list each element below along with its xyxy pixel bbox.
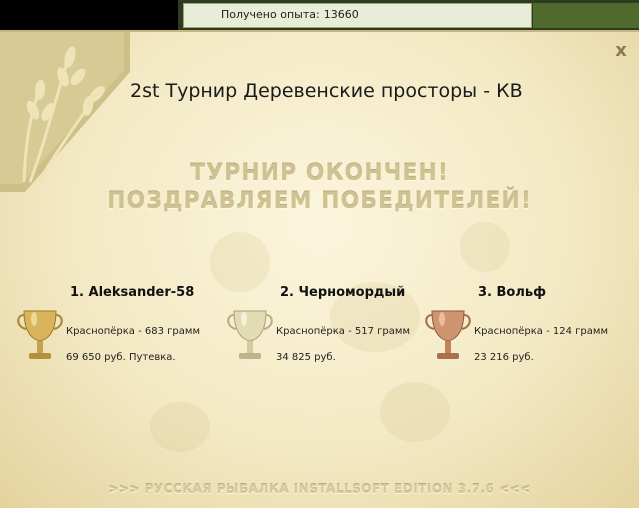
bronze-trophy-icon (425, 310, 471, 359)
background-stain (460, 222, 510, 272)
background-stain (150, 402, 210, 452)
xp-readout: Получено опыта: 13660 (221, 8, 359, 21)
winner-card-2: 2. Черномордый Краснопёрка - 517 грамм 3… (226, 285, 426, 385)
headline-congratulations: ПОЗДРАВЛЯЕМ ПОБЕДИТЕЛЕЙ! (107, 189, 532, 214)
gold-trophy-icon (17, 310, 63, 359)
background-stain (380, 382, 450, 442)
winner-name: 3. Вольф (478, 285, 546, 300)
headline-tournament-over: ТУРНИР ОКОНЧЕН! (190, 161, 449, 186)
winner-fish: Краснопёрка - 517 грамм (276, 326, 410, 337)
xp-value: 13660 (323, 8, 359, 21)
background-stain (210, 232, 270, 292)
winner-card-3: 3. Вольф Краснопёрка - 124 грамм 23 216 … (424, 285, 624, 385)
winner-prize: 69 650 руб. Путевка. (66, 352, 176, 363)
xp-label: Получено опыта: (221, 8, 320, 21)
winner-card-1: 1. Aleksander-58 Краснопёрка - 683 грамм… (16, 285, 216, 385)
winner-name: 2. Черномордый (280, 285, 406, 300)
winner-prize: 34 825 руб. (276, 352, 336, 363)
winner-prize: 23 216 руб. (474, 352, 534, 363)
winner-fish: Краснопёрка - 124 грамм (474, 326, 608, 337)
winner-name: 1. Aleksander-58 (70, 285, 195, 300)
close-button[interactable]: x (612, 42, 630, 60)
dialog-title: 2st Турнир Деревенские просторы - КВ (130, 80, 523, 102)
footer-version-text: >>> РУССКАЯ РЫБАЛКА INSTALLSOFT EDITION … (108, 482, 531, 496)
top-right-panel (533, 3, 639, 28)
tournament-results-dialog: x 2st Турнир Деревенские просторы - КВ Т… (0, 30, 639, 508)
silver-trophy-icon (227, 310, 273, 359)
winner-fish: Краснопёрка - 683 грамм (66, 326, 200, 337)
